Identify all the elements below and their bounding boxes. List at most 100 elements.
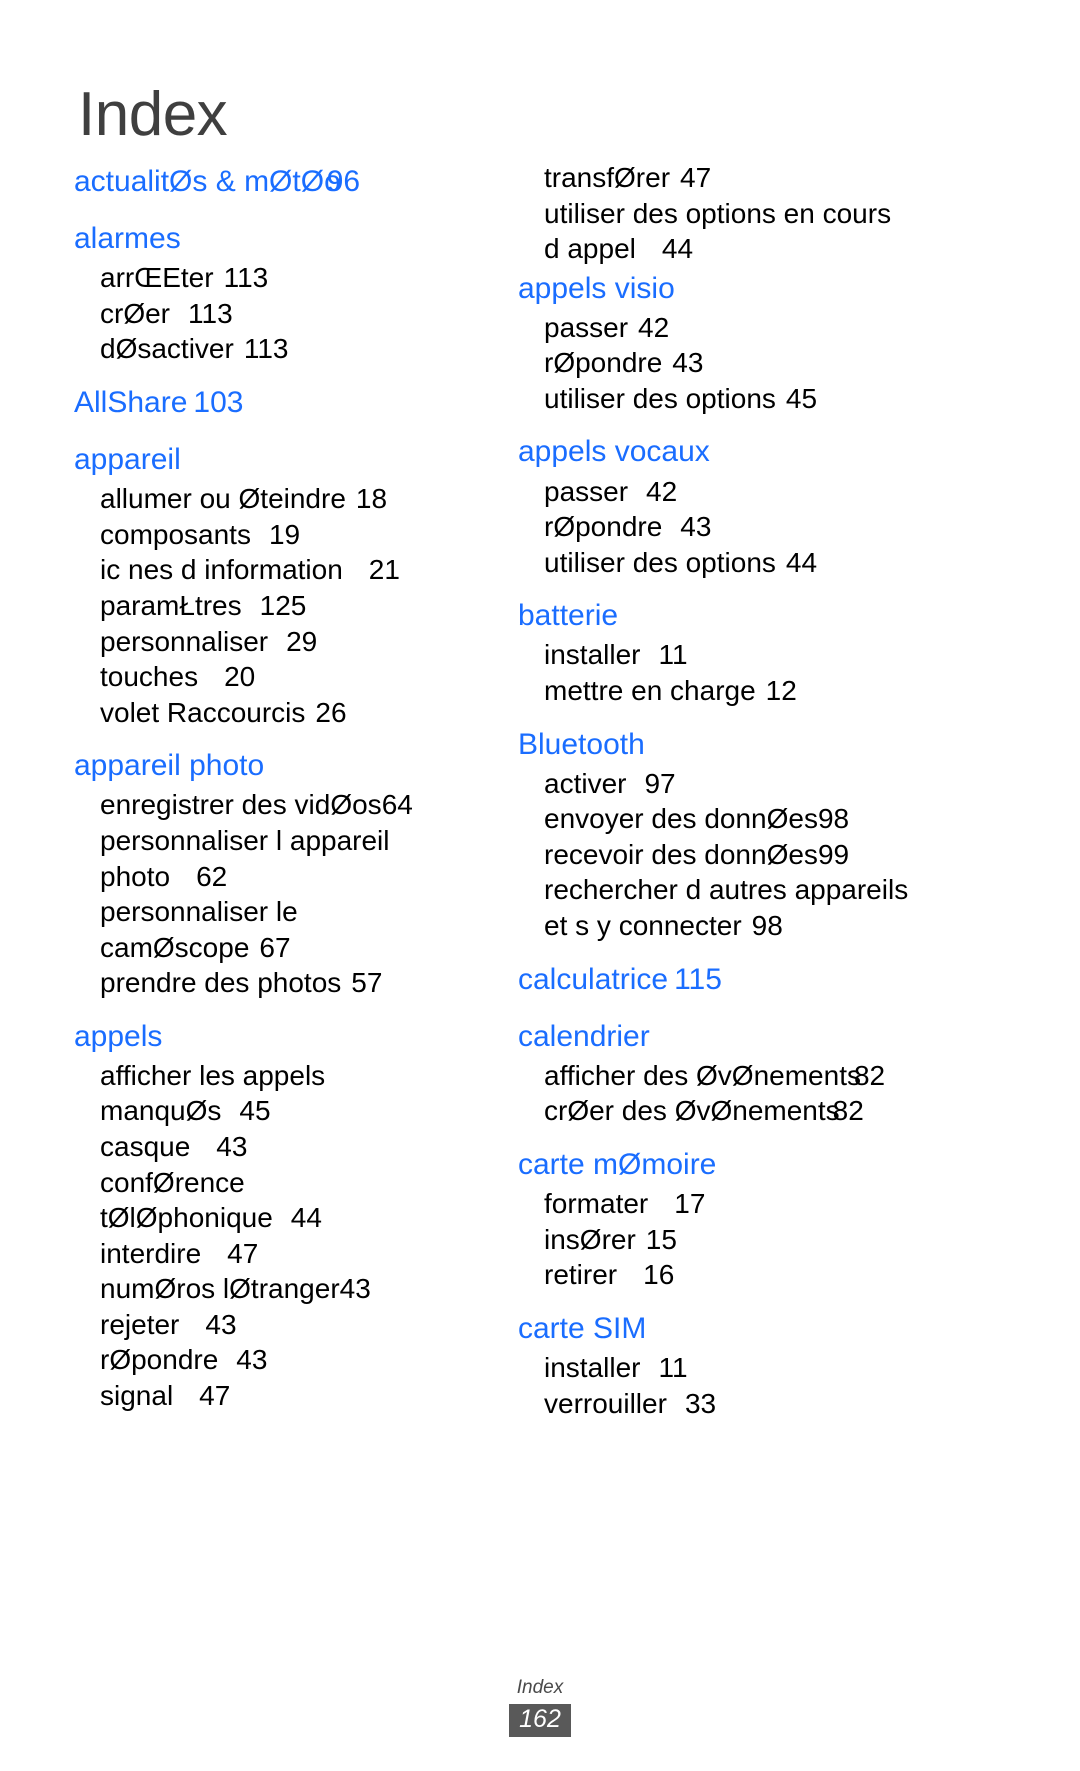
- index-entry[interactable]: dØsactiver 113: [74, 331, 488, 367]
- index-heading-label: appels vocaux: [518, 435, 710, 469]
- index-entry-page-number: 82: [832, 1095, 864, 1127]
- index-heading-label: appels: [74, 1019, 163, 1053]
- index-entry[interactable]: rechercher d autres appareils: [518, 872, 988, 908]
- index-entry[interactable]: personnaliser l appareil: [74, 823, 488, 859]
- index-entry[interactable]: arrŒEter 113: [74, 260, 488, 296]
- index-entry[interactable]: camØscope 67: [74, 930, 488, 966]
- index-entry[interactable]: interdire 47: [74, 1236, 488, 1272]
- index-entry[interactable]: personnaliser 29: [74, 624, 488, 660]
- index-entry[interactable]: utiliser des options 45: [518, 381, 988, 417]
- index-entry[interactable]: transfØrer 47: [518, 160, 988, 196]
- index-entry-label: recevoir des donnØes: [544, 838, 818, 870]
- index-entry-label: insØrer: [544, 1223, 636, 1255]
- index-entry[interactable]: crØer des ØvØnements82: [518, 1093, 988, 1129]
- index-entry-label: enregistrer des vidØos: [100, 789, 382, 821]
- index-entry-page-number: 11: [658, 1351, 688, 1383]
- index-heading-label: AllShare: [74, 386, 188, 420]
- index-entry[interactable]: signal 47: [74, 1378, 488, 1414]
- index-entry[interactable]: afficher des ØvØnements82: [518, 1058, 988, 1094]
- index-entry[interactable]: rØpondre 43: [74, 1342, 488, 1378]
- index-entry[interactable]: retirer 16: [518, 1257, 988, 1293]
- index-heading[interactable]: carte SIM: [518, 1307, 988, 1350]
- index-entry-label: installer: [544, 639, 641, 671]
- index-entry-label: passer: [544, 475, 629, 507]
- index-entry[interactable]: tØlØphonique 44: [74, 1200, 488, 1236]
- index-entry[interactable]: verrouiller 33: [518, 1386, 988, 1422]
- index-entry-label: installer: [544, 1351, 641, 1383]
- index-entry[interactable]: installer 11: [518, 1350, 988, 1386]
- index-entry-label: photo: [100, 860, 171, 892]
- index-entry[interactable]: passer 42: [518, 474, 988, 510]
- index-entry-page-number: 98: [817, 803, 850, 835]
- index-heading[interactable]: Bluetooth: [518, 723, 988, 766]
- index-entry[interactable]: rØpondre 43: [518, 345, 988, 381]
- index-entry-page-number: 15: [645, 1223, 677, 1255]
- index-entry[interactable]: envoyer des donnØes98: [518, 801, 988, 837]
- index-heading[interactable]: carte mØmoire: [518, 1143, 988, 1186]
- index-entry[interactable]: insØrer 15: [518, 1222, 988, 1258]
- index-entry[interactable]: installer 11: [518, 637, 988, 673]
- index-entry[interactable]: et s y connecter 98: [518, 908, 988, 944]
- index-entry[interactable]: formater 17: [518, 1186, 988, 1222]
- index-entry[interactable]: prendre des photos 57: [74, 965, 488, 1001]
- index-entry-label: volet Raccourcis: [100, 696, 306, 728]
- index-entry-page-number: 43: [205, 1308, 237, 1340]
- index-heading[interactable]: appels visio: [518, 267, 988, 310]
- index-entry-page-number: 64: [381, 789, 413, 821]
- page-footer: Index 162: [0, 1677, 1080, 1737]
- footer-section-label: Index: [516, 1676, 564, 1698]
- index-entry[interactable]: recevoir des donnØes99: [518, 837, 988, 873]
- index-entry[interactable]: numØros lØtranger43: [74, 1271, 488, 1307]
- index-entry[interactable]: utiliser des options 44: [518, 545, 988, 581]
- index-entry[interactable]: manquØs 45: [74, 1093, 488, 1129]
- index-heading[interactable]: actualitØs & mØtØo96: [74, 160, 488, 203]
- index-entry[interactable]: d appel 44: [518, 231, 988, 267]
- index-entry[interactable]: paramŁtres 125: [74, 588, 488, 624]
- index-entry[interactable]: passer 42: [518, 310, 988, 346]
- index-entry-page-number: 113: [223, 262, 269, 294]
- index-entry-page-number: 33: [684, 1387, 717, 1419]
- index-entry-page-number: 42: [638, 311, 670, 343]
- index-entry[interactable]: utiliser des options en cours: [518, 196, 988, 232]
- index-entry-page-number: 43: [236, 1344, 268, 1376]
- index-entry[interactable]: composants 19: [74, 517, 488, 553]
- index-heading[interactable]: alarmes: [74, 217, 488, 260]
- index-heading[interactable]: appels vocaux: [518, 430, 988, 473]
- index-heading-label: appareil photo: [74, 749, 265, 783]
- index-entry[interactable]: mettre en charge 12: [518, 673, 988, 709]
- index-entry-page-number: 42: [646, 475, 678, 507]
- index-entry[interactable]: volet Raccourcis 26: [74, 695, 488, 731]
- index-heading[interactable]: batterie: [518, 594, 988, 637]
- index-entry[interactable]: rejeter 43: [74, 1307, 488, 1343]
- index-heading[interactable]: AllShare 103: [74, 381, 488, 424]
- index-heading[interactable]: appareil: [74, 438, 488, 481]
- index-heading-label: actualitØs & mØtØo: [74, 165, 341, 198]
- index-entry[interactable]: rØpondre 43: [518, 509, 988, 545]
- index-entry[interactable]: casque 43: [74, 1129, 488, 1165]
- index-entry-label: rechercher d autres appareils: [544, 874, 909, 906]
- index-entry-label: mettre en charge: [544, 675, 756, 707]
- index-entry[interactable]: crØer 113: [74, 296, 488, 332]
- index-entry[interactable]: allumer ou Øteindre 18: [74, 481, 488, 517]
- index-heading[interactable]: calculatrice 115: [518, 958, 988, 1001]
- index-heading-page-number: 115: [674, 962, 722, 996]
- index-entry[interactable]: confØrence: [74, 1165, 488, 1201]
- index-entry[interactable]: touches 20: [74, 659, 488, 695]
- index-entry[interactable]: afficher les appels: [74, 1058, 488, 1094]
- index-entry-label: confØrence: [100, 1166, 245, 1198]
- index-heading[interactable]: appels: [74, 1015, 488, 1058]
- index-entry[interactable]: photo 62: [74, 859, 488, 895]
- index-heading-label: appels visio: [518, 271, 675, 305]
- index-heading[interactable]: appareil photo: [74, 744, 488, 787]
- index-entry[interactable]: personnaliser le: [74, 894, 488, 930]
- index-entry-label: formater: [544, 1188, 649, 1220]
- index-entry[interactable]: enregistrer des vidØos64: [74, 787, 488, 823]
- index-entry-page-number: 97: [644, 767, 676, 799]
- index-heading-page-number: 96: [326, 165, 361, 198]
- index-entry[interactable]: activer 97: [518, 766, 988, 802]
- index-heading[interactable]: calendrier: [518, 1015, 988, 1058]
- index-entry-page-number: 99: [817, 838, 850, 870]
- index-entry-label: rØpondre: [544, 511, 663, 543]
- index-entry-label: personnaliser: [100, 625, 269, 657]
- index-entry[interactable]: ic nes d information 21: [74, 552, 488, 588]
